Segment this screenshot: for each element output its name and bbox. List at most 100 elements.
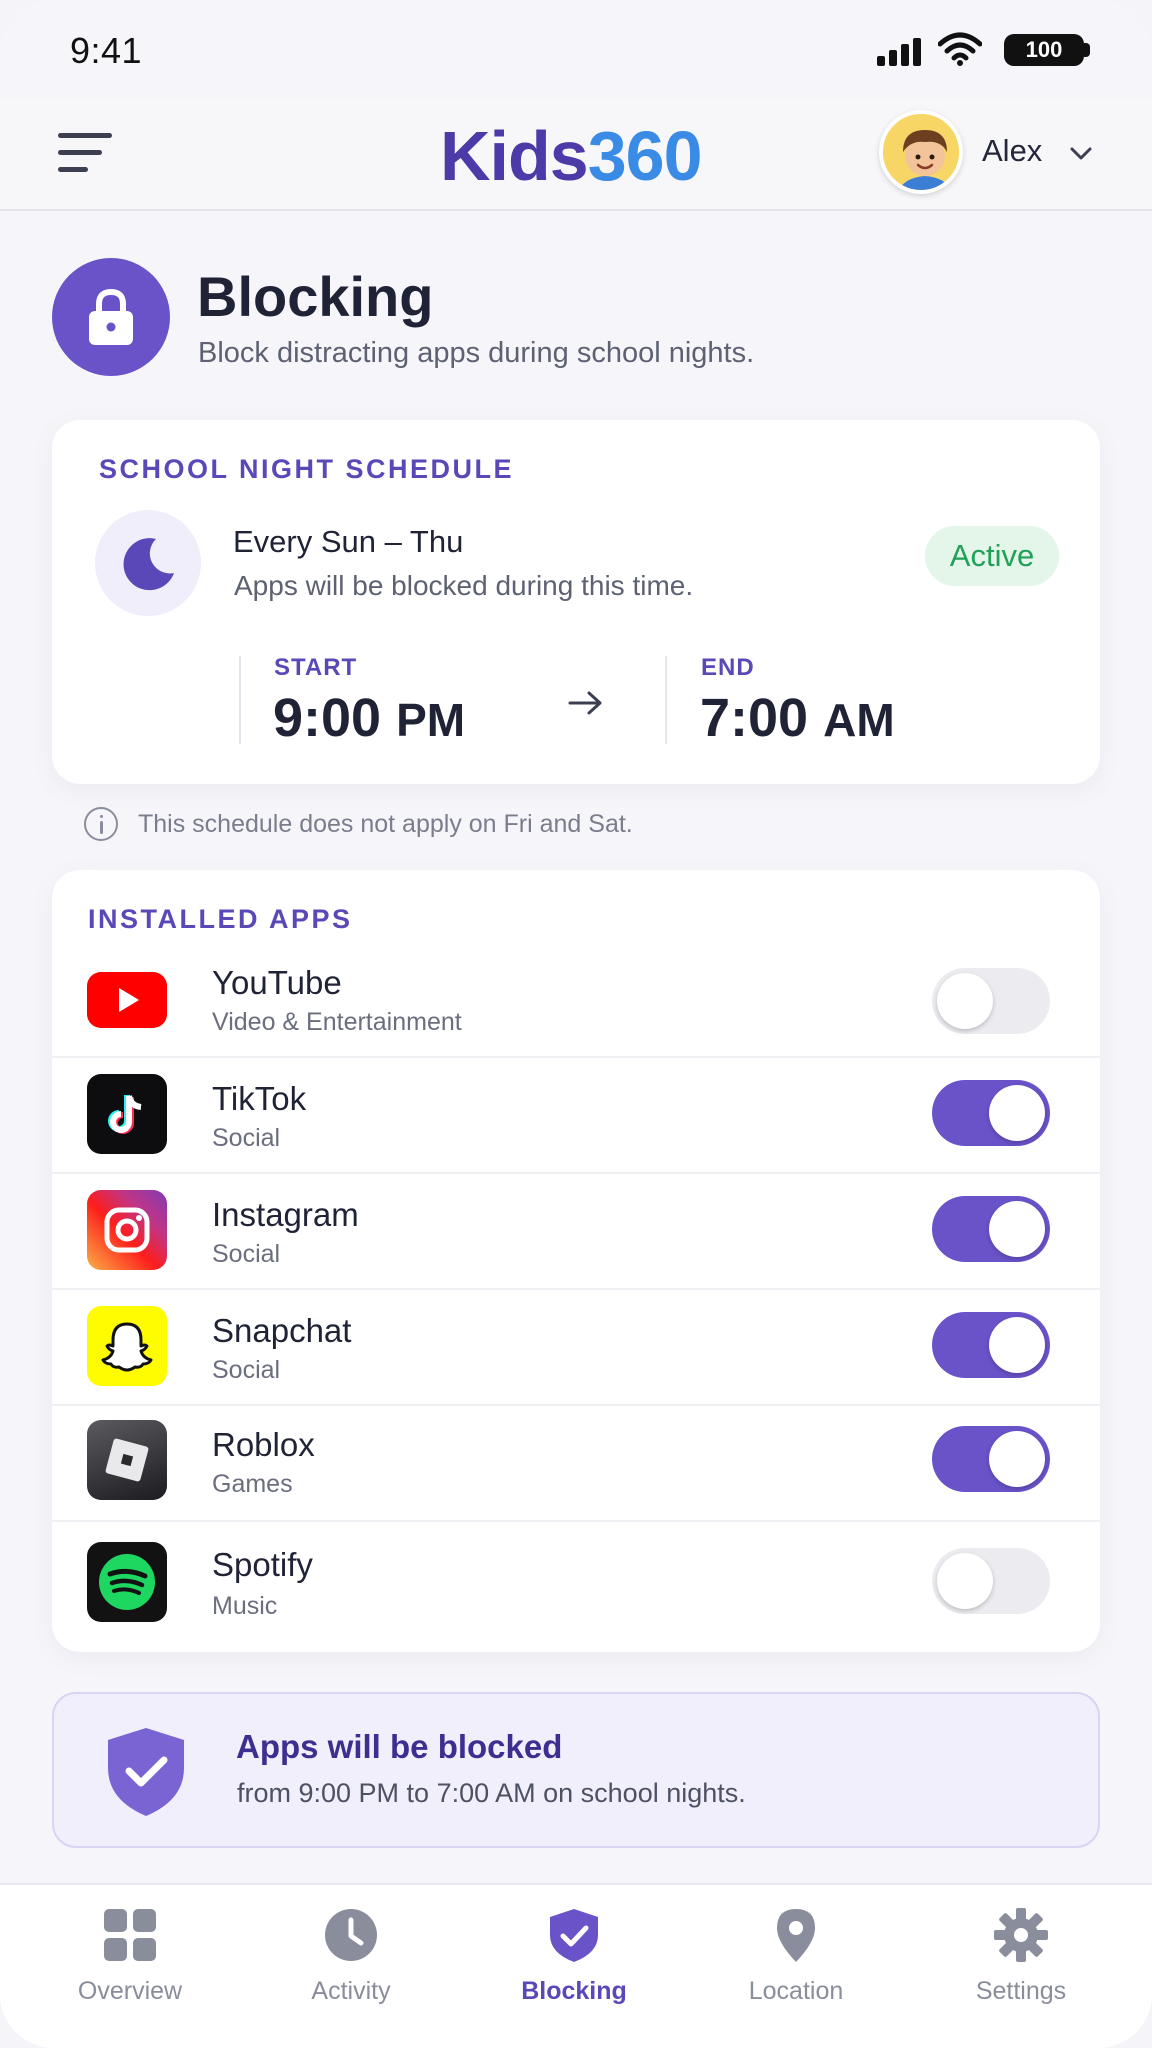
nav-label: Blocking xyxy=(521,1977,627,2005)
app-name: YouTube xyxy=(212,964,342,1001)
page-subtitle: Block distracting apps during school nig… xyxy=(198,337,755,369)
chevron-down-icon[interactable] xyxy=(1068,140,1094,166)
nav-item-settings[interactable]: Settings xyxy=(931,1907,1111,2017)
tiktok-icon xyxy=(87,1074,167,1154)
app-name: Snapchat xyxy=(212,1312,352,1349)
app-category: Social xyxy=(212,1124,281,1152)
app-row-roblox: Roblox Games xyxy=(52,1406,1100,1522)
nav-label: Overview xyxy=(77,1977,183,2005)
schedule-note-text: This schedule does not apply on Fri and … xyxy=(138,809,633,838)
hamburger-menu-icon[interactable] xyxy=(58,133,112,173)
wifi-icon xyxy=(938,32,982,66)
nav-item-blocking[interactable]: Blocking xyxy=(484,1907,664,2017)
youtube-icon xyxy=(87,960,167,1040)
toggle-knob xyxy=(937,1553,993,1609)
start-time[interactable]: 9:00 PM xyxy=(273,687,465,749)
roblox-icon xyxy=(87,1420,167,1500)
nav-item-activity[interactable]: Activity xyxy=(261,1907,441,2017)
info-icon xyxy=(84,807,118,841)
logo-text-360: 360 xyxy=(587,117,703,195)
nav-label: Location xyxy=(748,1977,844,2005)
user-name[interactable]: Alex xyxy=(982,133,1042,169)
app-category: Games xyxy=(212,1470,293,1498)
toggle-instagram[interactable] xyxy=(932,1196,1050,1262)
lock-icon xyxy=(89,288,133,345)
battery-level: 100 xyxy=(1025,37,1063,62)
status-badge: Active xyxy=(925,526,1059,586)
cellular-signal-icon xyxy=(877,38,923,66)
moon-icon xyxy=(123,538,174,591)
lock-badge xyxy=(52,258,170,376)
app-header: Kids360 Alex xyxy=(0,100,1152,211)
shield-check-icon xyxy=(108,1728,184,1816)
schedule-note: This schedule does not apply on Fri and … xyxy=(84,806,633,842)
shield-check-icon xyxy=(550,1909,598,1962)
end-time-value: 7:00 xyxy=(700,688,809,748)
end-time[interactable]: 7:00 AM xyxy=(700,687,895,749)
bottom-navigation: Overview Activity Blocking Location Sett… xyxy=(0,1883,1152,2048)
apps-section-label: INSTALLED APPS xyxy=(88,904,353,934)
toggle-spotify[interactable] xyxy=(932,1548,1050,1614)
app-name: Roblox xyxy=(212,1426,315,1463)
app-category: Social xyxy=(212,1240,281,1268)
toggle-youtube[interactable] xyxy=(932,968,1050,1034)
avatar[interactable] xyxy=(879,110,963,194)
start-divider xyxy=(239,656,241,744)
kids360-logo: Kids360 xyxy=(440,116,702,196)
schedule-days: Every Sun – Thu xyxy=(233,524,464,559)
app-row-spotify: Spotify Music xyxy=(52,1522,1100,1652)
app-name: Instagram xyxy=(212,1196,359,1233)
app-name: TikTok xyxy=(212,1080,307,1117)
app-category: Video & Entertainment xyxy=(212,1008,462,1036)
toggle-snapchat[interactable] xyxy=(932,1312,1050,1378)
app-row-instagram: Instagram Social xyxy=(52,1174,1100,1290)
schedule-card[interactable]: SCHOOL NIGHT SCHEDULE Every Sun – Thu Ap… xyxy=(52,420,1100,784)
app-row-snapchat: Snapchat Social xyxy=(52,1290,1100,1406)
nav-label: Settings xyxy=(975,1977,1067,2005)
end-label: END xyxy=(701,654,755,681)
gear-icon xyxy=(994,1908,1048,1962)
nav-label: Activity xyxy=(311,1977,391,2005)
toggle-knob xyxy=(989,1085,1045,1141)
schedule-section-label: SCHOOL NIGHT SCHEDULE xyxy=(99,454,515,484)
snapchat-icon xyxy=(87,1306,167,1386)
end-divider xyxy=(665,656,667,744)
schedule-description: Apps will be blocked during this time. xyxy=(234,570,694,601)
blocking-summary-banner: Apps will be blocked from 9:00 PM to 7:0… xyxy=(52,1692,1100,1848)
end-time-ampm: AM xyxy=(823,694,895,746)
page-title: Blocking xyxy=(197,265,434,328)
app-name: Spotify xyxy=(212,1546,313,1583)
toggle-knob xyxy=(937,973,993,1029)
instagram-icon xyxy=(87,1190,167,1270)
moon-badge xyxy=(95,510,201,616)
status-time: 9:41 xyxy=(70,30,143,71)
nav-item-location[interactable]: Location xyxy=(706,1907,886,2017)
banner-text: from 9:00 PM to 7:00 AM on school nights… xyxy=(237,1778,746,1808)
app-category: Social xyxy=(212,1356,281,1384)
map-pin-icon xyxy=(777,1909,815,1962)
app-row-tiktok: TikTok Social xyxy=(52,1058,1100,1174)
toggle-knob xyxy=(989,1317,1045,1373)
phone-screen: 9:41 100 Kids360 Alex Blocking Block dis… xyxy=(0,0,1152,2048)
start-time-value: 9:00 xyxy=(273,688,382,748)
installed-apps-card: INSTALLED APPS YouTube Video & Entertain… xyxy=(52,870,1100,1652)
app-row-youtube: YouTube Video & Entertainment xyxy=(52,942,1100,1058)
nav-item-overview[interactable]: Overview xyxy=(40,1907,220,2017)
child-avatar-illustration xyxy=(883,114,959,190)
toggle-tiktok[interactable] xyxy=(932,1080,1050,1146)
battery-icon: 100 xyxy=(1004,34,1084,66)
app-category: Music xyxy=(212,1592,278,1620)
grid-icon xyxy=(104,1909,156,1961)
logo-text-kids: Kids xyxy=(440,117,589,195)
status-bar: 9:41 100 xyxy=(0,0,1152,100)
toggle-knob xyxy=(989,1431,1045,1487)
battery-cap xyxy=(1084,43,1090,57)
banner-title: Apps will be blocked xyxy=(236,1728,563,1765)
start-label: START xyxy=(274,654,358,681)
start-time-ampm: PM xyxy=(396,694,466,746)
toggle-knob xyxy=(989,1201,1045,1257)
toggle-roblox[interactable] xyxy=(932,1426,1050,1492)
clock-icon xyxy=(325,1909,377,1961)
arrow-right-icon xyxy=(568,691,602,715)
spotify-icon xyxy=(87,1542,167,1622)
